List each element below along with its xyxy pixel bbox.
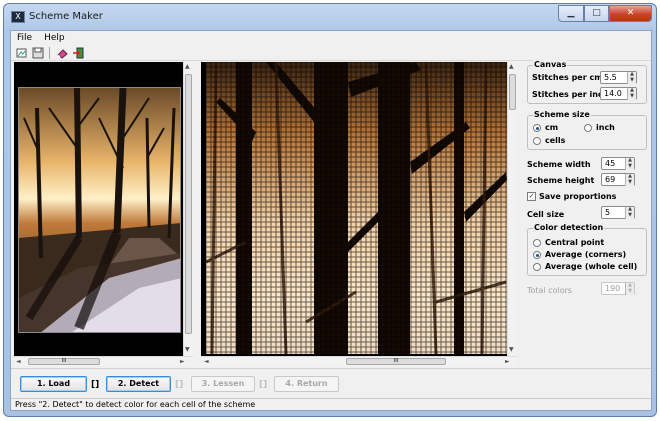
load-button[interactable]: 1. Load (20, 376, 87, 392)
cell-size-value: 5 (605, 208, 611, 217)
caption-buttons: ▁ □ ✕ (558, 5, 652, 22)
radio-central-point-label[interactable]: Central point (545, 238, 604, 247)
window-title: Scheme Maker (29, 11, 103, 22)
scheme-size-group: Scheme size cm inch cells (527, 110, 647, 150)
save-proportions-label[interactable]: Save proportions (539, 192, 616, 201)
save-proportions-checkbox[interactable]: ✓ (527, 192, 536, 201)
radio-central-point[interactable] (533, 239, 541, 247)
stitches-per-inch-spinner[interactable]: 14.0 ▲ ▼ (600, 87, 637, 100)
eraser-icon[interactable] (55, 46, 68, 59)
app-icon: X (11, 11, 25, 23)
radio-cm[interactable] (533, 124, 541, 132)
scroll-up-arrow-icon[interactable]: ▲ (509, 63, 514, 71)
exit-icon[interactable] (71, 46, 84, 59)
radio-inch-label[interactable]: inch (596, 123, 615, 132)
total-colors-value: 190 (605, 284, 621, 293)
scheme-hscroll-thumb[interactable]: III (346, 358, 446, 365)
scheme-horizontal-scrollbar[interactable]: ◄ III ► (201, 356, 517, 366)
total-colors-spinner: 190 ▲ ▼ (601, 282, 635, 295)
scheme-height-value: 69 (605, 175, 616, 184)
menu-bar: File Help (11, 31, 651, 45)
step-separator: [] (175, 380, 184, 390)
menu-file[interactable]: File (11, 31, 38, 45)
source-photo (18, 87, 181, 333)
scheme-width-spinner[interactable]: 45 ▲ ▼ (601, 157, 635, 170)
radio-average-whole-label[interactable]: Average (whole cell) (545, 262, 637, 271)
menu-help[interactable]: Help (38, 31, 71, 45)
spin-down-icon[interactable]: ▼ (625, 164, 634, 170)
source-image-panel: ▲ ▼ ◄ III ► (14, 62, 193, 366)
radio-average-whole[interactable] (533, 263, 541, 271)
stitches-per-inch-label: Stitches per inch (532, 90, 609, 99)
step-bar: 1. Load [] 2. Detect [] 3. Lessen [] 4. … (11, 368, 651, 398)
spin-down-icon: ▼ (625, 289, 634, 295)
minimize-button[interactable]: ▁ (558, 5, 584, 22)
stitches-per-cm-value: 5.5 (604, 73, 617, 82)
scroll-up-arrow-icon[interactable]: ▲ (185, 63, 190, 71)
lessen-button[interactable]: 3. Lessen (191, 376, 255, 392)
source-horizontal-scrollbar[interactable]: ◄ III ► (14, 356, 193, 366)
scheme-vertical-scrollbar[interactable]: ▲ ▼ (507, 62, 517, 356)
radio-cells[interactable] (533, 137, 541, 145)
stitches-per-inch-value: 14.0 (604, 89, 622, 98)
stitches-per-cm-spinner[interactable]: 5.5 ▲ ▼ (600, 71, 637, 84)
toolbar-separator (49, 46, 50, 59)
radio-average-corners[interactable] (533, 251, 541, 259)
step-separator: [] (91, 380, 100, 390)
scroll-down-arrow-icon[interactable]: ▼ (509, 346, 514, 354)
scroll-down-arrow-icon[interactable]: ▼ (185, 346, 190, 354)
spin-down-icon[interactable]: ▼ (625, 180, 634, 186)
scheme-width-value: 45 (605, 159, 616, 168)
client-area: File Help ▲ ▼ ◄ III ► ▲ ▼ ◄ III ► Canvas… (10, 30, 652, 411)
source-vscroll-thumb[interactable] (185, 74, 192, 334)
scheme-vscroll-thumb[interactable] (509, 74, 516, 110)
maximize-button[interactable]: □ (584, 5, 609, 22)
cell-size-spinner[interactable]: 5 ▲ ▼ (601, 206, 635, 219)
status-bar: Press "2. Detect" to detect color for ea… (11, 398, 651, 411)
scheme-panel: ▲ ▼ ◄ III ► (201, 62, 517, 366)
scroll-right-arrow-icon[interactable]: ► (505, 358, 510, 366)
radio-inch[interactable] (584, 124, 592, 132)
cell-size-label: Cell size (527, 210, 565, 219)
app-window: X Scheme Maker ▁ □ ✕ File Help ▲ ▼ ◄ III… (3, 3, 657, 417)
color-detection-group: Color detection Central point Average (c… (527, 223, 647, 276)
scroll-left-arrow-icon[interactable]: ◄ (16, 358, 21, 366)
title-bar: X Scheme Maker ▁ □ ✕ (4, 4, 656, 30)
radio-cm-label[interactable]: cm (545, 123, 558, 132)
scheme-width-label: Scheme width (527, 160, 591, 169)
scroll-left-arrow-icon[interactable]: ◄ (204, 358, 209, 366)
radio-cells-label[interactable]: cells (545, 136, 565, 145)
open-image-icon[interactable] (15, 46, 28, 59)
source-hscroll-thumb[interactable]: III (28, 358, 100, 365)
spin-down-icon[interactable]: ▼ (627, 78, 636, 84)
canvas-group-title: Canvas (533, 60, 568, 69)
close-button[interactable]: ✕ (609, 5, 652, 22)
scroll-right-arrow-icon[interactable]: ► (180, 358, 185, 366)
color-detection-group-title: Color detection (533, 223, 605, 232)
scheme-height-spinner[interactable]: 69 ▲ ▼ (601, 173, 635, 186)
scheme-height-label: Scheme height (527, 176, 595, 185)
scheme-size-group-title: Scheme size (533, 110, 591, 119)
settings-panel: Canvas Stitches per cm 5.5 ▲ ▼ Stitches … (523, 60, 651, 366)
source-vertical-scrollbar[interactable]: ▲ ▼ (183, 62, 193, 356)
detect-button[interactable]: 2. Detect (106, 376, 171, 392)
spin-down-icon[interactable]: ▼ (625, 213, 634, 219)
stitches-per-cm-label: Stitches per cm (532, 73, 603, 82)
total-colors-label: Total colors (527, 286, 573, 295)
step-separator: [] (259, 380, 268, 390)
scheme-grid[interactable] (206, 62, 507, 354)
canvas-group: Canvas Stitches per cm 5.5 ▲ ▼ Stitches … (527, 60, 647, 104)
save-icon[interactable] (31, 46, 44, 59)
toolbar (11, 45, 651, 61)
spin-down-icon[interactable]: ▼ (627, 94, 636, 100)
return-button[interactable]: 4. Return (274, 376, 339, 392)
radio-average-corners-label[interactable]: Average (corners) (545, 250, 626, 259)
